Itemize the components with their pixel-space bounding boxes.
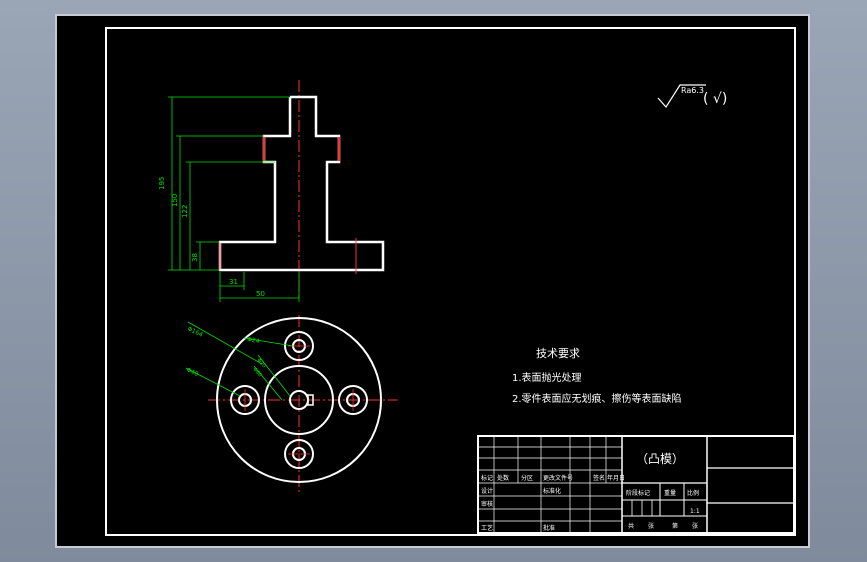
svg-text:标记: 标记 <box>481 474 493 482</box>
top-view: Φ164 Φ24 Φ40 Φ20 Φ80 <box>185 315 398 495</box>
svg-text:处数: 处数 <box>497 474 509 482</box>
cad-drawing: Ra6.3 ( √) 195 150 122 38 31 50 Φ164 Φ24… <box>105 27 796 536</box>
svg-text:审核: 审核 <box>481 500 493 508</box>
dim-hole-small: Φ24 <box>247 336 261 345</box>
tech-item-1: 1.表面抛光处理 <box>512 371 582 384</box>
front-view: 195 150 122 38 31 50 <box>158 80 385 302</box>
part-outline <box>218 95 385 272</box>
title-block: （凸模） 标记 处数 分区 更改文件号 签名 年月日 设计 标准化 审核 工艺 … <box>477 435 795 534</box>
svg-text:标准化: 标准化 <box>543 487 561 495</box>
svg-text:批准: 批准 <box>543 524 555 532</box>
roughness-suffix: ( √) <box>703 91 727 107</box>
svg-text:比例: 比例 <box>687 489 699 497</box>
dim-50: 50 <box>256 290 265 298</box>
tech-item-2: 2.零件表面应无划痕、擦伤等表面缺陷 <box>512 392 682 405</box>
roughness-value: Ra6.3 <box>681 86 704 95</box>
svg-text:张: 张 <box>692 522 698 530</box>
svg-text:设计: 设计 <box>481 487 493 495</box>
svg-text:重量: 重量 <box>664 489 676 497</box>
svg-text:张: 张 <box>648 522 654 530</box>
svg-text:更改文件号: 更改文件号 <box>543 474 573 482</box>
dim-195: 195 <box>158 177 166 190</box>
dim-122: 122 <box>181 205 189 218</box>
dim-outer-dia: Φ164 <box>186 325 204 338</box>
dim-38: 38 <box>191 253 199 262</box>
tech-title: 技术要求 <box>536 347 580 360</box>
dim-inner-circle: Φ80 <box>251 366 262 378</box>
tech-requirements: 技术要求 1.表面抛光处理 2.零件表面应无划痕、擦伤等表面缺陷 <box>512 347 682 405</box>
svg-text:第: 第 <box>672 522 678 530</box>
inner-frame <box>105 27 796 536</box>
svg-text:共: 共 <box>628 522 634 530</box>
svg-text:签名: 签名 <box>593 474 605 482</box>
svg-text:工艺: 工艺 <box>481 524 493 532</box>
svg-text:阶段标记: 阶段标记 <box>626 489 650 497</box>
svg-text:分区: 分区 <box>521 474 533 482</box>
part-name: （凸模） <box>636 452 684 466</box>
svg-text:年月日: 年月日 <box>607 474 625 482</box>
dim-31: 31 <box>229 278 238 286</box>
surface-finish-symbol: Ra6.3 ( √) <box>657 84 727 108</box>
dim-hole-big: Φ40 <box>185 366 199 378</box>
dim-150: 150 <box>171 194 179 207</box>
svg-text:1:1: 1:1 <box>690 508 700 515</box>
